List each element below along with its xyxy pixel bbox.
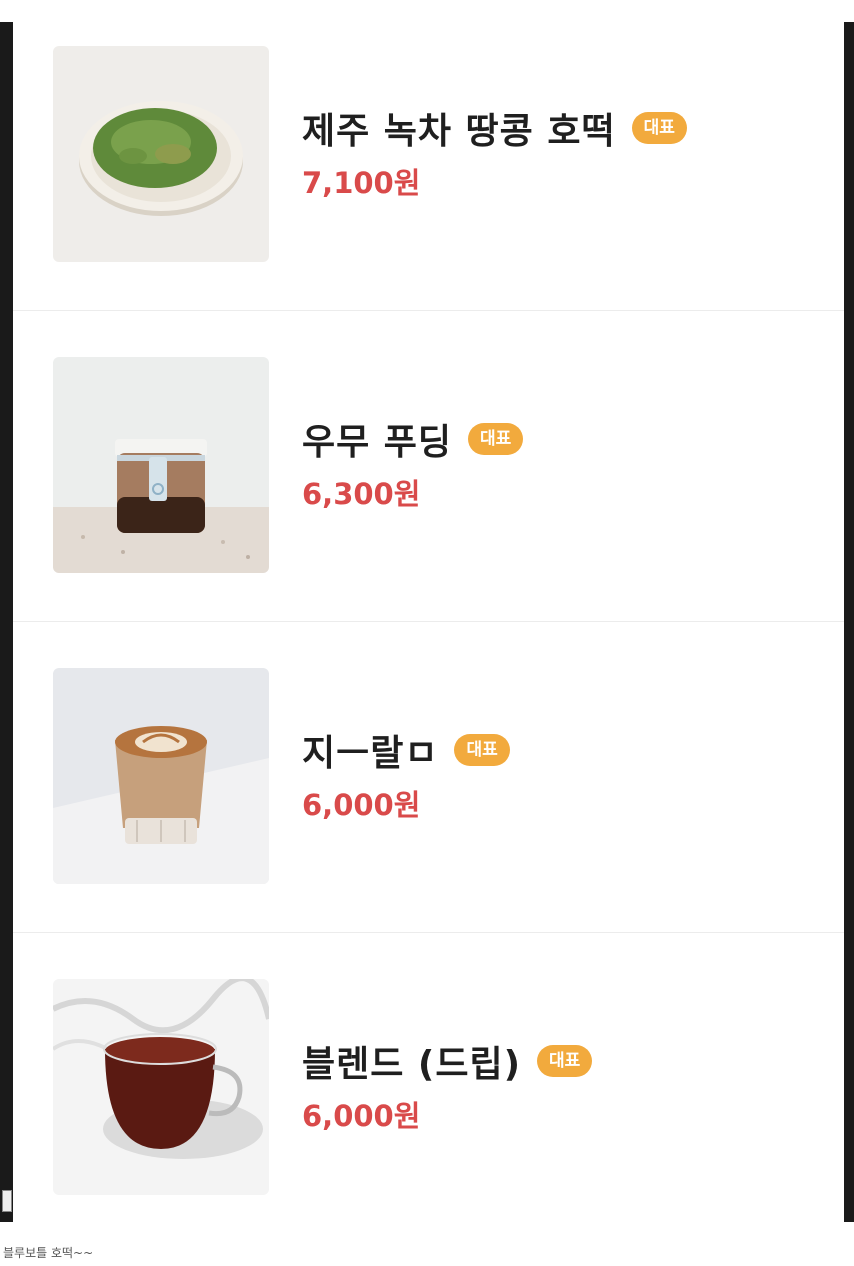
menu-item-price: 6,300원 — [302, 477, 421, 511]
signature-badge: 대표 — [454, 734, 510, 766]
menu-item-hotteok[interactable]: 제주 녹차 땅콩 호떡 대표 7,100원 — [13, 0, 844, 311]
menu-item-name: 제주 녹차 땅콩 호떡 — [302, 111, 616, 152]
menu-item-name: 지ㅡ랄ㅁ — [302, 733, 439, 774]
frame-right-edge — [844, 22, 854, 1222]
menu-list: 제주 녹차 땅콩 호떡 대표 7,100원 우무 푸딩 대표 6,300원 지ㅡ… — [13, 0, 844, 1224]
pudding-image — [53, 357, 269, 573]
frame-left-edge — [0, 22, 13, 1222]
hotteok-image — [53, 46, 269, 262]
drip-coffee-image — [53, 979, 269, 1195]
menu-item-price: 7,100원 — [302, 166, 421, 200]
menu-item-price: 6,000원 — [302, 788, 421, 822]
post-caption: 블루보틀 호떡~~ — [3, 1246, 94, 1260]
menu-item-name: 블렌드 (드립) — [302, 1044, 522, 1085]
menu-screen: 제주 녹차 땅콩 호떡 대표 7,100원 우무 푸딩 대표 6,300원 지ㅡ… — [0, 0, 854, 1224]
menu-item-latte[interactable]: 지ㅡ랄ㅁ 대표 6,000원 — [13, 622, 844, 933]
signature-badge: 대표 — [537, 1045, 593, 1077]
menu-item-blend-drip[interactable]: 블렌드 (드립) 대표 6,000원 — [13, 933, 844, 1224]
menu-item-pudding[interactable]: 우무 푸딩 대표 6,300원 — [13, 311, 844, 622]
latte-image — [53, 668, 269, 884]
signature-badge: 대표 — [631, 112, 687, 144]
menu-item-name: 우무 푸딩 — [302, 422, 453, 463]
menu-item-price: 6,000원 — [302, 1099, 421, 1133]
corner-icon — [2, 1190, 12, 1212]
signature-badge: 대표 — [468, 423, 524, 455]
